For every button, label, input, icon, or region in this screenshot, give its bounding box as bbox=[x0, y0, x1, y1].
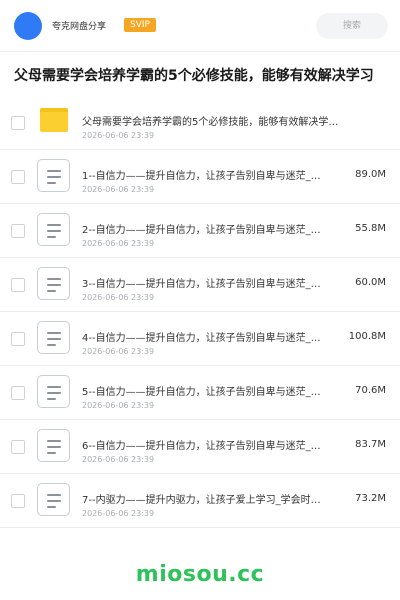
row-checkbox[interactable] bbox=[11, 332, 25, 346]
avatar[interactable] bbox=[14, 12, 42, 40]
share-owner-name: 夸克网盘分享 bbox=[52, 22, 107, 32]
file-date: 2026-06-06 23:39 bbox=[82, 509, 155, 518]
file-date: 2026-06-06 23:39 bbox=[82, 185, 155, 194]
file-date: 2026-06-06 23:39 bbox=[82, 131, 155, 140]
file-date: 2026-06-06 23:39 bbox=[82, 239, 155, 248]
file-row[interactable]: 1--自信力——提升自信力，让孩子告别自卑与迷茫_… 2026-06-06 23… bbox=[0, 150, 400, 204]
top-bar: 夸克网盘分享 SVIP 搜索 bbox=[0, 0, 400, 52]
row-checkbox[interactable] bbox=[11, 278, 25, 292]
row-checkbox[interactable] bbox=[11, 386, 25, 400]
row-checkbox[interactable] bbox=[11, 494, 25, 508]
document-icon bbox=[37, 213, 70, 246]
file-row[interactable]: 6--自信力——提升自信力，让孩子告别自卑与迷茫_… 2026-06-06 23… bbox=[0, 420, 400, 474]
file-size: 55.8M bbox=[355, 223, 386, 234]
file-name: 2--自信力——提升自信力，让孩子告别自卑与迷茫_… bbox=[82, 225, 321, 236]
file-name: 6--自信力——提升自信力，让孩子告别自卑与迷茫_… bbox=[82, 441, 321, 452]
document-icon bbox=[37, 483, 70, 516]
file-size: 70.6M bbox=[355, 385, 386, 396]
folder-icon bbox=[40, 108, 68, 132]
document-icon bbox=[37, 159, 70, 192]
file-name: 父母需要学会培养学霸的5个必修技能，能够有效解决学… bbox=[82, 117, 339, 128]
file-name: 7--内驱力——提升内驱力，让孩子爱上学习_学会时… bbox=[82, 495, 321, 506]
file-name: 4--自信力——提升自信力，让孩子告别自卑与迷茫_… bbox=[82, 333, 321, 344]
row-checkbox[interactable] bbox=[11, 224, 25, 238]
document-icon bbox=[37, 375, 70, 408]
document-icon bbox=[37, 267, 70, 300]
file-size: 100.8M bbox=[348, 331, 386, 342]
file-date: 2026-06-06 23:39 bbox=[82, 401, 155, 410]
document-icon bbox=[37, 321, 70, 354]
file-size: 89.0M bbox=[355, 169, 386, 180]
file-name: 1--自信力——提升自信力，让孩子告别自卑与迷茫_… bbox=[82, 171, 321, 182]
file-name: 3--自信力——提升自信力，让孩子告别自卑与迷茫_… bbox=[82, 279, 321, 290]
watermark-text: miosou.cc bbox=[135, 562, 265, 587]
row-checkbox[interactable] bbox=[11, 440, 25, 454]
file-row-folder[interactable]: 父母需要学会培养学霸的5个必修技能，能够有效解决学… 2026-06-06 23… bbox=[0, 96, 400, 150]
file-row[interactable]: 4--自信力——提升自信力，让孩子告别自卑与迷茫_… 2026-06-06 23… bbox=[0, 312, 400, 366]
page-title: 父母需要学会培养学霸的5个必修技能，能够有效解决学习 bbox=[14, 68, 374, 84]
file-date: 2026-06-06 23:39 bbox=[82, 347, 155, 356]
file-row[interactable]: 5--自信力——提升自信力，让孩子告别自卑与迷茫_… 2026-06-06 23… bbox=[0, 366, 400, 420]
file-row[interactable]: 2--自信力——提升自信力，让孩子告别自卑与迷茫_… 2026-06-06 23… bbox=[0, 204, 400, 258]
file-row[interactable]: 7--内驱力——提升内驱力，让孩子爱上学习_学会时… 2026-06-06 23… bbox=[0, 474, 400, 528]
file-date: 2026-06-06 23:39 bbox=[82, 455, 155, 464]
row-checkbox[interactable] bbox=[11, 116, 25, 130]
file-row[interactable]: 3--自信力——提升自信力，让孩子告别自卑与迷茫_… 2026-06-06 23… bbox=[0, 258, 400, 312]
file-list: 父母需要学会培养学霸的5个必修技能，能够有效解决学… 2026-06-06 23… bbox=[0, 96, 400, 528]
file-date: 2026-06-06 23:39 bbox=[82, 293, 155, 302]
svip-badge: SVIP bbox=[124, 18, 156, 32]
row-checkbox[interactable] bbox=[11, 170, 25, 184]
document-icon bbox=[37, 429, 70, 462]
file-name: 5--自信力——提升自信力，让孩子告别自卑与迷茫_… bbox=[82, 387, 321, 398]
file-size: 83.7M bbox=[355, 439, 386, 450]
file-size: 73.2M bbox=[355, 493, 386, 504]
search-button[interactable]: 搜索 bbox=[316, 13, 388, 39]
file-size: 60.0M bbox=[355, 277, 386, 288]
